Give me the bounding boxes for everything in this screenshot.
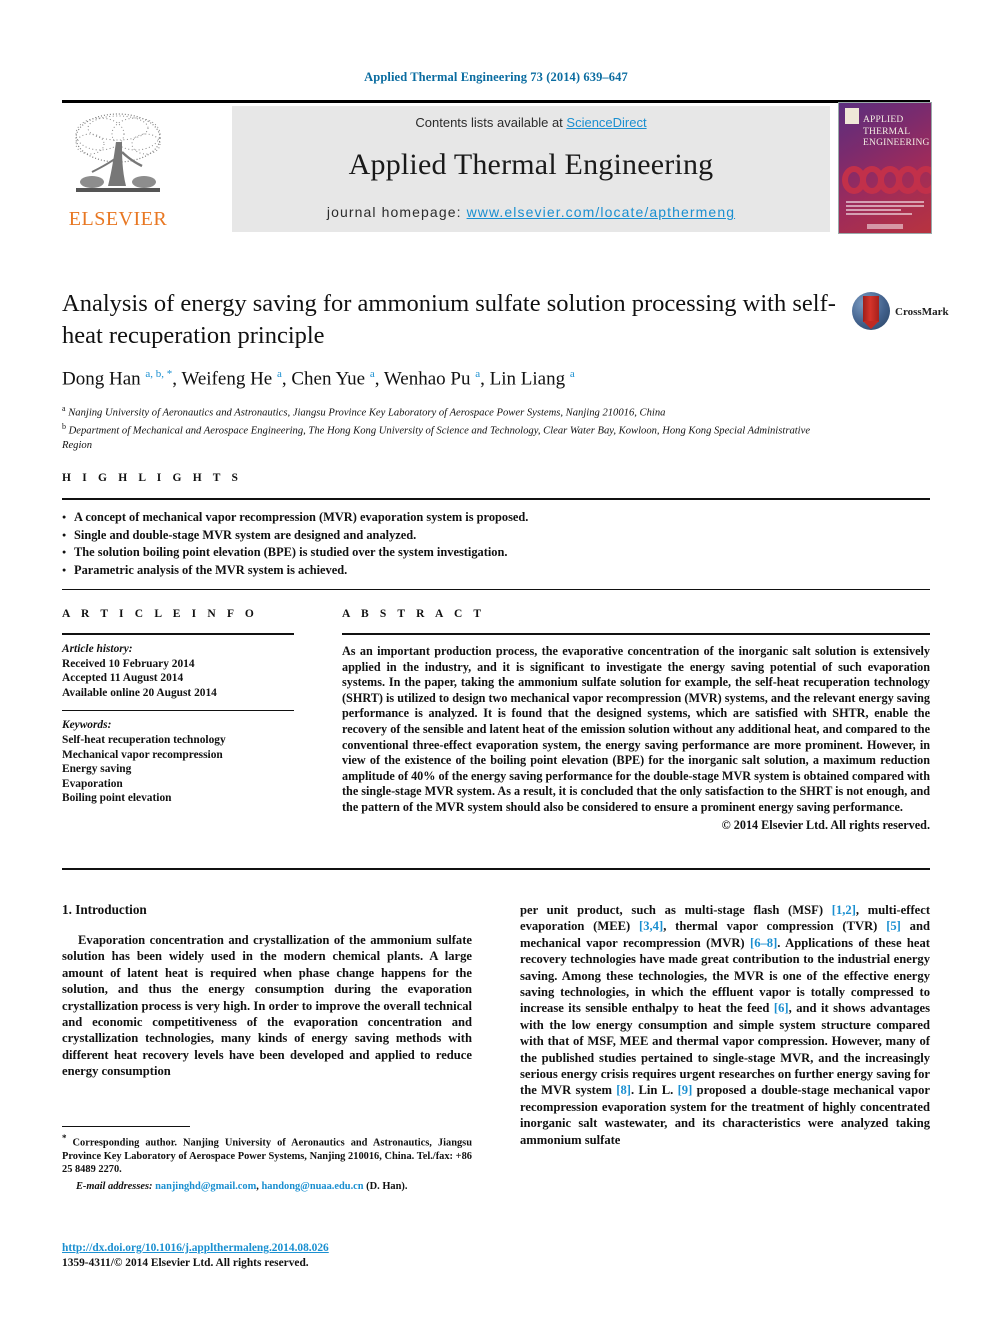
article-history-received: Received 10 February 2014 <box>62 657 195 670</box>
corresponding-author-note: * Corresponding author. Nanjing Universi… <box>62 1133 472 1176</box>
author-list: Dong Han a, b, *, Weifeng He a, Chen Yue… <box>62 368 575 390</box>
email-link-1[interactable]: nanjinghd@gmail.com <box>155 1181 256 1192</box>
affiliation-list: a Nanjing University of Aeronautics and … <box>62 402 842 452</box>
keyword-item: Self-heat recuperation technology <box>62 733 226 746</box>
intro-paragraph-right: per unit product, such as multi-stage fl… <box>520 903 931 1147</box>
abstract-bottom-rule <box>62 868 930 870</box>
cover-footer-bar <box>867 224 903 229</box>
cover-fineprint <box>846 201 924 217</box>
highlights-list: A concept of mechanical vapor recompress… <box>62 500 930 589</box>
affiliation-b: b Department of Mechanical and Aerospace… <box>62 422 811 451</box>
masthead-center-band: Contents lists available at ScienceDirec… <box>232 106 830 232</box>
cover-rings-graphic <box>841 165 931 195</box>
issn-copyright-line: 1359-4311/© 2014 Elsevier Ltd. All right… <box>62 1257 309 1269</box>
keyword-item: Energy saving <box>62 763 132 776</box>
contents-prefix: Contents lists available at <box>415 115 567 130</box>
paper-page: Applied Thermal Engineering 73 (2014) 63… <box>0 0 992 1323</box>
footnote-rule <box>62 1126 190 1127</box>
highlights-section: H I G H L I G H T S A concept of mechani… <box>62 472 930 590</box>
page-title: Analysis of energy saving for ammonium s… <box>62 290 836 349</box>
elsevier-logo: ELSEVIER <box>62 106 174 232</box>
article-info-section: A R T I C L E I N F O Article history: R… <box>62 608 294 806</box>
email-label: E-mail addresses: <box>76 1180 153 1192</box>
crossmark-label: CrossMark <box>895 306 949 318</box>
elsevier-tree-icon <box>70 108 166 204</box>
journal-homepage-line: journal homepage: www.elsevier.com/locat… <box>232 204 830 220</box>
article-history-heading: Article history: <box>62 643 133 655</box>
crossmark-bookmark-icon <box>863 296 879 329</box>
highlights-label: H I G H L I G H T S <box>62 472 243 484</box>
article-info-label: A R T I C L E I N F O <box>62 608 258 620</box>
list-item: Parametric analysis of the MVR system is… <box>62 562 930 580</box>
doi-link[interactable]: http://dx.doi.org/10.1016/j.applthermale… <box>62 1242 329 1254</box>
journal-masthead: ELSEVIER Contents lists available at Sci… <box>62 100 932 234</box>
email-addresses-note: E-mail addresses: nanjinghd@gmail.com, h… <box>62 1180 472 1193</box>
homepage-prefix: journal homepage: <box>326 204 467 220</box>
masthead-top-rule <box>62 100 930 103</box>
sciencedirect-link[interactable]: ScienceDirect <box>566 115 646 130</box>
body-column-left: 1. Introduction Evaporation concentratio… <box>62 902 472 1080</box>
journal-title: Applied Thermal Engineering <box>348 148 714 181</box>
list-item: Single and double-stage MVR system are d… <box>62 527 930 545</box>
affiliation-a: a Nanjing University of Aeronautics and … <box>62 404 666 419</box>
abstract-text: As an important production process, the … <box>342 644 930 814</box>
elsevier-wordmark: ELSEVIER <box>68 208 168 230</box>
crossmark-badge[interactable]: CrossMark <box>852 292 949 334</box>
article-history-block: Article history: Received 10 February 20… <box>62 635 294 700</box>
intro-paragraph-left: Evaporation concentration and crystalliz… <box>62 933 472 1079</box>
journal-homepage-link[interactable]: www.elsevier.com/locate/apthermeng <box>467 204 736 220</box>
cover-elsevier-mark <box>845 108 859 124</box>
affiliation-b-text: Department of Mechanical and Aerospace E… <box>62 425 811 451</box>
abstract-label: A B S T R A C T <box>342 608 486 620</box>
email-link-2[interactable]: handong@nuaa.edu.cn <box>261 1181 363 1192</box>
running-head: Applied Thermal Engineering 73 (2014) 63… <box>364 70 628 84</box>
title-block: Analysis of energy saving for ammonium s… <box>62 288 842 452</box>
crossmark-circle-icon <box>852 292 890 330</box>
cover-title-text: APPLIED THERMAL ENGINEERING <box>863 115 930 148</box>
keyword-item: Mechanical vapor recompression <box>62 748 223 761</box>
body-column-right: per unit product, such as multi-stage fl… <box>520 902 930 1148</box>
keywords-block: Keywords: Self-heat recuperation technol… <box>62 711 294 806</box>
abstract-section: A B S T R A C T As an important producti… <box>342 608 930 833</box>
list-item: The solution boiling point elevation (BP… <box>62 544 930 562</box>
email-suffix: (D. Han). <box>366 1180 408 1192</box>
article-history-online: Available online 20 August 2014 <box>62 686 217 699</box>
highlights-bottom-rule <box>62 589 930 590</box>
contents-lists-line: Contents lists available at ScienceDirec… <box>232 115 830 130</box>
article-history-accepted: Accepted 11 August 2014 <box>62 672 184 685</box>
imprint-block: http://dx.doi.org/10.1016/j.applthermale… <box>62 1238 482 1271</box>
list-item: A concept of mechanical vapor recompress… <box>62 509 930 527</box>
footnote-block: * Corresponding author. Nanjing Universi… <box>62 1126 472 1193</box>
section-heading-introduction: 1. Introduction <box>62 902 147 917</box>
journal-cover-thumbnail: APPLIED THERMAL ENGINEERING <box>838 102 932 234</box>
affiliation-a-text: Nanjing University of Aeronautics and As… <box>68 407 666 419</box>
keyword-item: Boiling point elevation <box>62 792 172 805</box>
abstract-copyright: © 2014 Elsevier Ltd. All rights reserved… <box>721 817 930 832</box>
keyword-item: Evaporation <box>62 777 123 790</box>
keywords-heading: Keywords: <box>62 719 112 732</box>
